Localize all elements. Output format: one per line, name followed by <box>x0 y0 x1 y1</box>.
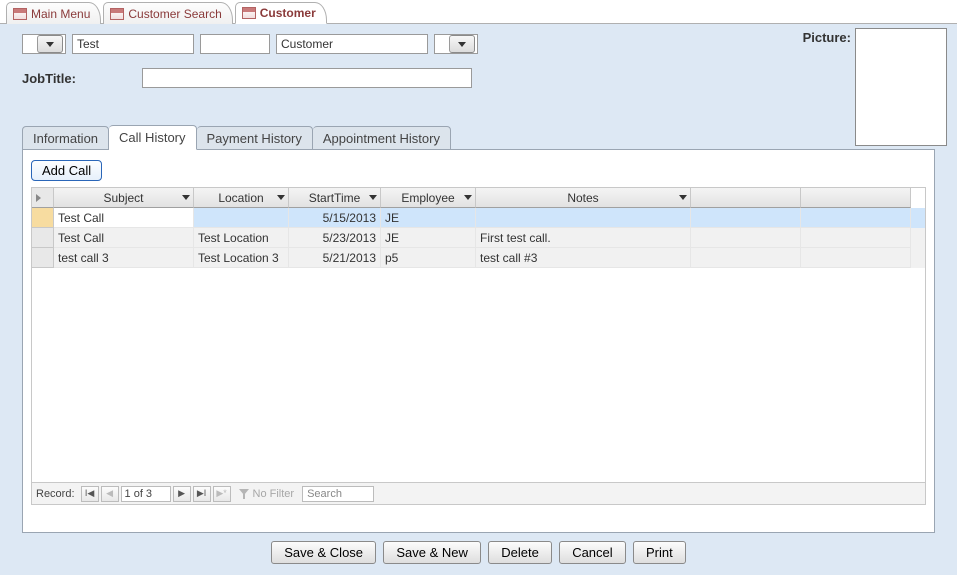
grid-body[interactable]: Test Call 5/15/2013 JE Test Call Test Lo… <box>32 208 925 482</box>
prev-record-button[interactable]: ◀ <box>101 486 119 502</box>
cell-start[interactable]: 5/21/2013 <box>289 248 381 268</box>
tab-call-history[interactable]: Call History <box>109 125 196 150</box>
job-title-row: JobTitle: <box>22 68 935 88</box>
new-record-button[interactable]: ▶* <box>213 486 231 502</box>
form-icon <box>110 8 124 20</box>
print-button[interactable]: Print <box>633 541 686 564</box>
cell-subject[interactable]: test call 3 <box>54 248 194 268</box>
form-footer: Save & Close Save & New Delete Cancel Pr… <box>22 541 935 564</box>
save-close-button[interactable]: Save & Close <box>271 541 376 564</box>
form-icon <box>242 7 256 19</box>
filter-label: No Filter <box>253 488 295 500</box>
tab-label: Main Menu <box>31 7 90 21</box>
col-start-time[interactable]: StartTime <box>289 188 381 208</box>
suffix-field[interactable] <box>435 35 447 53</box>
chevron-down-icon[interactable] <box>369 195 377 200</box>
cell-extra[interactable] <box>691 228 801 248</box>
call-history-panel: Add Call Subject Location StartTime Empl… <box>22 149 935 533</box>
cell-extra[interactable] <box>691 248 801 268</box>
first-record-button[interactable]: I◀ <box>81 486 99 502</box>
chevron-down-icon[interactable] <box>37 35 63 53</box>
cell-notes[interactable] <box>476 208 691 228</box>
cell-extra[interactable] <box>801 228 911 248</box>
detail-tabs: Information Call History Payment History… <box>22 124 935 149</box>
suffix-combo[interactable] <box>434 34 478 54</box>
call-grid: Subject Location StartTime Employee Note… <box>31 187 926 505</box>
cell-employee[interactable]: JE <box>381 228 476 248</box>
tab-label: Customer <box>260 6 316 20</box>
middle-name-field[interactable] <box>200 34 270 54</box>
chevron-down-icon[interactable] <box>449 35 475 53</box>
form-icon <box>13 8 27 20</box>
table-row[interactable]: test call 3 Test Location 3 5/21/2013 p5… <box>32 248 925 268</box>
cell-extra[interactable] <box>801 208 911 228</box>
chevron-down-icon[interactable] <box>182 195 190 200</box>
record-search[interactable]: Search <box>302 486 374 502</box>
cell-start[interactable]: 5/15/2013 <box>289 208 381 228</box>
filter-indicator[interactable]: No Filter <box>239 488 295 500</box>
cancel-button[interactable]: Cancel <box>559 541 625 564</box>
cell-employee[interactable]: p5 <box>381 248 476 268</box>
cell-notes[interactable]: test call #3 <box>476 248 691 268</box>
cell-subject[interactable]: Test Call <box>54 208 194 228</box>
window-tabs: Main Menu Customer Search Customer <box>0 0 957 24</box>
cell-location[interactable]: Test Location 3 <box>194 248 289 268</box>
prefix-field[interactable] <box>23 35 35 53</box>
col-location[interactable]: Location <box>194 188 289 208</box>
tab-label: Customer Search <box>128 7 221 21</box>
row-selector[interactable] <box>32 248 54 268</box>
table-row[interactable]: Test Call Test Location 5/23/2013 JE Fir… <box>32 228 925 248</box>
cell-employee[interactable]: JE <box>381 208 476 228</box>
cell-subject[interactable]: Test Call <box>54 228 194 248</box>
record-label: Record: <box>36 488 75 500</box>
cell-location[interactable]: Test Location <box>194 228 289 248</box>
cell-extra[interactable] <box>801 248 911 268</box>
last-name-field[interactable]: Customer <box>276 34 428 54</box>
col-employee[interactable]: Employee <box>381 188 476 208</box>
job-title-field[interactable] <box>142 68 472 88</box>
cell-location[interactable] <box>194 208 289 228</box>
row-selector[interactable] <box>32 208 54 228</box>
chevron-down-icon[interactable] <box>679 195 687 200</box>
prefix-combo[interactable] <box>22 34 66 54</box>
col-notes[interactable]: Notes <box>476 188 691 208</box>
funnel-icon <box>239 489 249 499</box>
picture-box[interactable] <box>855 28 947 146</box>
col-extra[interactable] <box>691 188 801 208</box>
tab-customer[interactable]: Customer <box>235 2 327 24</box>
last-record-button[interactable]: ▶I <box>193 486 211 502</box>
tab-customer-search[interactable]: Customer Search <box>103 2 232 24</box>
next-record-button[interactable]: ▶ <box>173 486 191 502</box>
tab-information[interactable]: Information <box>22 126 109 150</box>
save-new-button[interactable]: Save & New <box>383 541 481 564</box>
tab-payment-history[interactable]: Payment History <box>197 126 313 150</box>
record-navigator: Record: I◀ ◀ 1 of 3 ▶ ▶I ▶* No Filter Se… <box>32 482 925 504</box>
tab-appointment-history[interactable]: Appointment History <box>313 126 451 150</box>
select-all-corner[interactable] <box>32 188 54 208</box>
grid-header: Subject Location StartTime Employee Note… <box>32 188 925 208</box>
record-position[interactable]: 1 of 3 <box>121 486 171 502</box>
customer-form: Test Customer Picture: JobTitle: Informa… <box>0 24 957 575</box>
cell-notes[interactable]: First test call. <box>476 228 691 248</box>
chevron-down-icon[interactable] <box>464 195 472 200</box>
row-selector[interactable] <box>32 228 54 248</box>
picture-label: Picture: <box>803 30 851 45</box>
first-name-field[interactable]: Test <box>72 34 194 54</box>
col-subject[interactable]: Subject <box>54 188 194 208</box>
job-title-label: JobTitle: <box>22 71 76 86</box>
customer-name-row: Test Customer <box>22 34 935 54</box>
table-row[interactable]: Test Call 5/15/2013 JE <box>32 208 925 228</box>
cell-start[interactable]: 5/23/2013 <box>289 228 381 248</box>
add-call-button[interactable]: Add Call <box>31 160 102 181</box>
chevron-down-icon[interactable] <box>277 195 285 200</box>
delete-button[interactable]: Delete <box>488 541 552 564</box>
col-extra[interactable] <box>801 188 911 208</box>
cell-extra[interactable] <box>691 208 801 228</box>
tab-main-menu[interactable]: Main Menu <box>6 2 101 24</box>
